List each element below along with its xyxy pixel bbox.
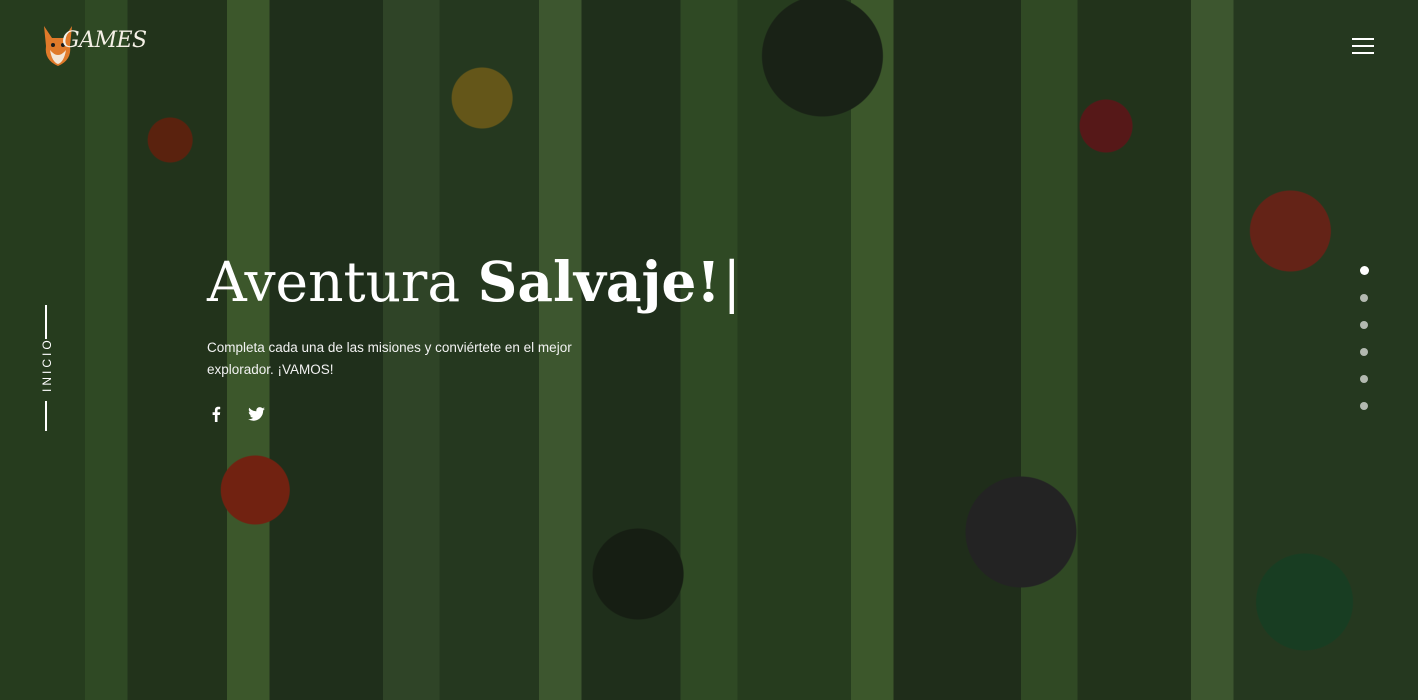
logo-text: GAMES [62,28,147,53]
menu-button[interactable] [1352,38,1374,54]
pagination-dot-3[interactable] [1360,321,1368,329]
section-label: INICIO [40,337,54,392]
hero-content: Aventura Salvaje!| Completa cada una de … [207,245,741,423]
hero-title-bold: Salvaje! [477,249,721,314]
pagination-dot-1[interactable] [1360,266,1369,275]
facebook-icon [212,406,221,422]
pagination-dot-6[interactable] [1360,402,1368,410]
divider [45,401,47,431]
slide-pagination [1360,266,1370,429]
social-links [207,405,727,423]
pagination-dot-5[interactable] [1360,375,1368,383]
site-logo[interactable]: GAMES [38,18,147,74]
hero-title: Aventura Salvaje!| [207,245,741,319]
hero-title-light: Aventura [207,250,478,314]
divider [45,305,47,339]
section-indicator: INICIO [30,305,64,431]
twitter-link[interactable] [247,405,265,423]
twitter-icon [247,407,265,421]
pagination-dot-2[interactable] [1360,294,1368,302]
hamburger-menu-icon [1352,38,1374,40]
hero-subtitle: Completa cada una de las misiones y conv… [207,340,572,377]
pagination-dot-4[interactable] [1360,348,1368,356]
facebook-link[interactable] [207,405,225,423]
typing-cursor: | [722,250,742,314]
